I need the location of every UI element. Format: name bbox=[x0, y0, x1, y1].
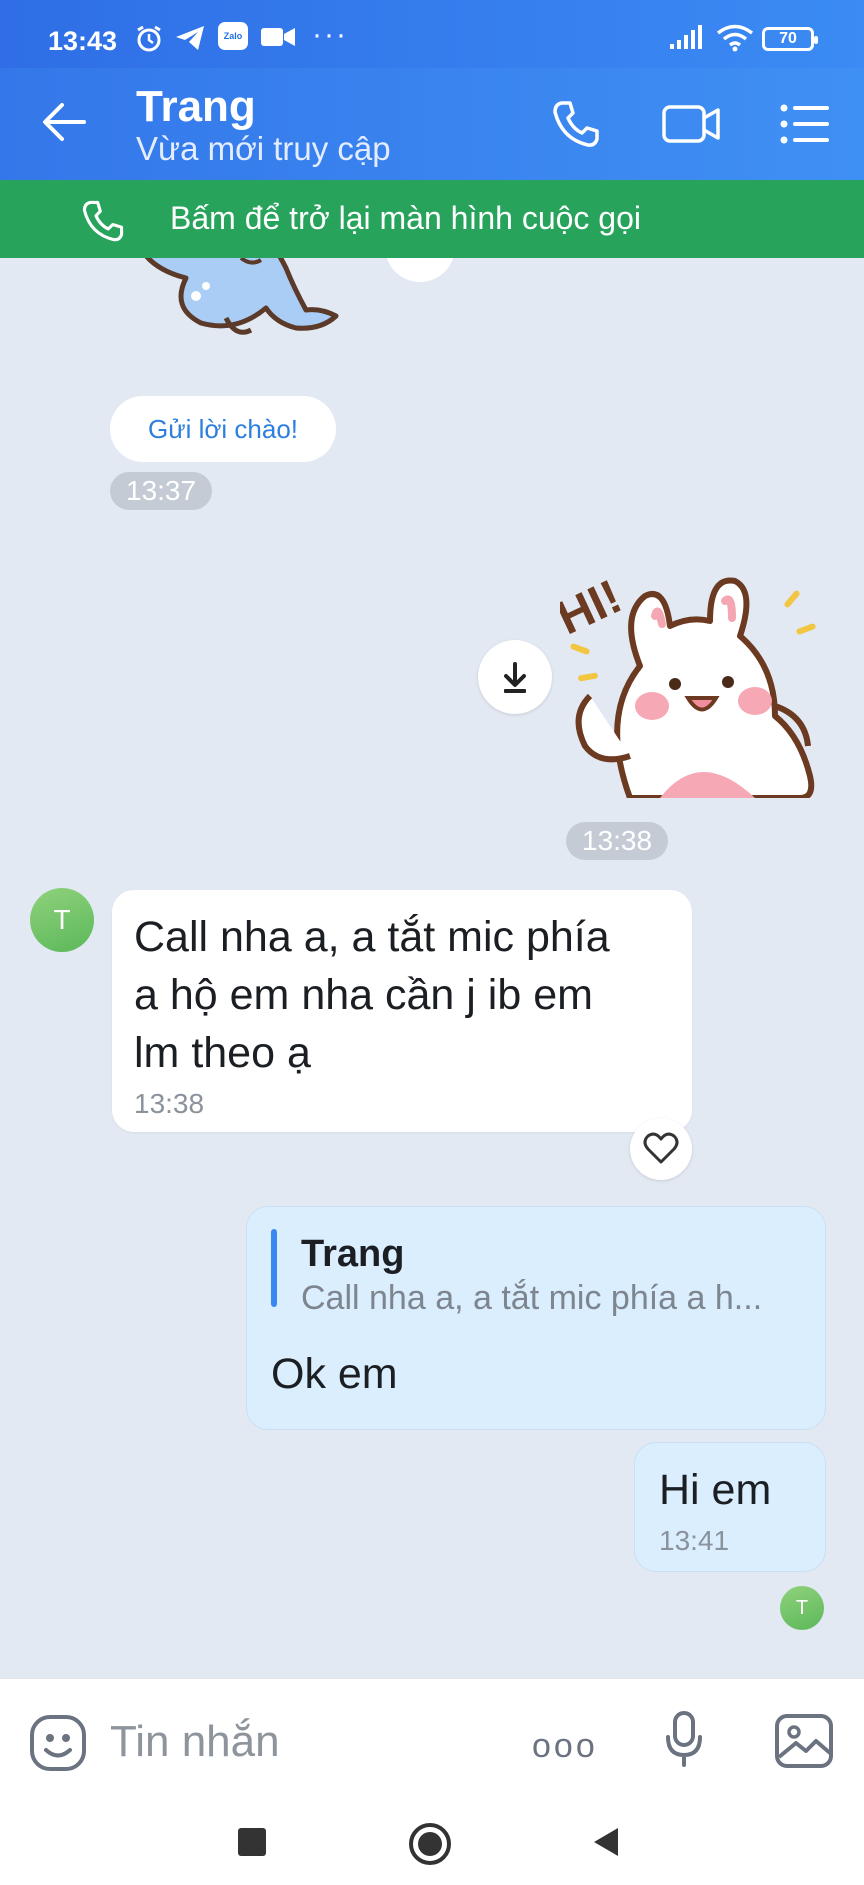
sticker-download-button[interactable] bbox=[385, 258, 455, 282]
message-text: Ok em bbox=[271, 1350, 398, 1398]
hi-bunny-sticker: HI! bbox=[549, 556, 830, 801]
alarm-icon bbox=[134, 24, 164, 59]
more-options-icon[interactable]: ooo bbox=[532, 1727, 598, 1766]
system-navigation-bar bbox=[0, 1804, 864, 1885]
download-icon bbox=[504, 662, 526, 693]
more-notifications: ··· bbox=[312, 18, 348, 51]
video-recording-icon bbox=[260, 24, 296, 55]
wifi-icon bbox=[716, 24, 754, 57]
message-time: 13:38 bbox=[134, 1088, 205, 1119]
telegram-icon bbox=[174, 24, 206, 57]
contact-name[interactable]: Trang bbox=[136, 82, 256, 132]
message-input[interactable]: Tin nhắn bbox=[110, 1717, 280, 1767]
battery-indicator: 70 bbox=[762, 27, 818, 51]
seen-avatar: T bbox=[780, 1586, 824, 1630]
sticker-hi-text: HI! bbox=[560, 570, 630, 645]
chat-messages-area[interactable]: Gửi lời chào! 13:37 HI! 13:38 T Call nha… bbox=[0, 258, 864, 1678]
back-triangle-icon[interactable] bbox=[590, 1826, 622, 1863]
image-gallery-icon[interactable] bbox=[774, 1713, 834, 1774]
outgoing-reply-bubble[interactable]: Trang Call nha a, a tắt mic phía a h... … bbox=[246, 1206, 826, 1430]
sticker-download-button[interactable] bbox=[478, 640, 552, 714]
message-line: Call nha a, a tắt mic phía bbox=[134, 913, 610, 961]
recent-apps-button[interactable] bbox=[238, 1828, 266, 1856]
phone-icon[interactable] bbox=[550, 98, 602, 155]
microphone-icon[interactable] bbox=[664, 1709, 704, 1774]
phone-icon bbox=[78, 198, 128, 249]
signal-icon bbox=[668, 24, 704, 55]
message-line: a hộ em nha cần j ib em bbox=[134, 971, 593, 1019]
incoming-message-bubble[interactable]: Call nha a, a tắt mic phía a hộ em nha c… bbox=[112, 890, 692, 1132]
contact-avatar[interactable]: T bbox=[30, 888, 94, 952]
back-arrow-icon[interactable] bbox=[40, 100, 88, 149]
status-bar: 13:43 Zalo ··· 70 bbox=[0, 0, 864, 68]
message-input-bar: Tin nhắn ooo bbox=[0, 1678, 864, 1804]
video-call-icon[interactable] bbox=[660, 98, 724, 155]
return-to-call-banner[interactable]: Bấm để trở lại màn hình cuộc gọi bbox=[0, 180, 864, 258]
message-time: 13:41 bbox=[659, 1525, 730, 1556]
react-heart-button[interactable] bbox=[630, 1118, 692, 1180]
cat-sticker bbox=[126, 258, 346, 353]
menu-list-icon[interactable] bbox=[778, 98, 832, 155]
time-stamp: 13:37 bbox=[110, 472, 213, 510]
outgoing-message-bubble[interactable]: Hi em 13:41 bbox=[634, 1442, 826, 1572]
status-time: 13:43 bbox=[48, 26, 118, 56]
zalo-app-badge: Zalo bbox=[218, 22, 248, 50]
quote-text: Call nha a, a tắt mic phía a h... bbox=[301, 1279, 763, 1317]
quote-bar bbox=[271, 1229, 277, 1307]
contact-status: Vừa mới truy cập bbox=[136, 130, 391, 167]
chat-header: Trang Vừa mới truy cập bbox=[0, 68, 864, 180]
quote-author: Trang bbox=[301, 1233, 405, 1275]
message-line: lm theo ạ bbox=[134, 1029, 311, 1077]
emoji-icon[interactable] bbox=[28, 1713, 88, 1778]
send-greeting-button[interactable]: Gửi lời chào! bbox=[110, 396, 336, 462]
home-button[interactable] bbox=[408, 1822, 452, 1871]
message-text: Hi em bbox=[659, 1466, 772, 1514]
return-to-call-label: Bấm để trở lại màn hình cuộc gọi bbox=[170, 200, 641, 236]
time-stamp: 13:38 bbox=[566, 822, 669, 860]
heart-icon bbox=[643, 1132, 679, 1164]
